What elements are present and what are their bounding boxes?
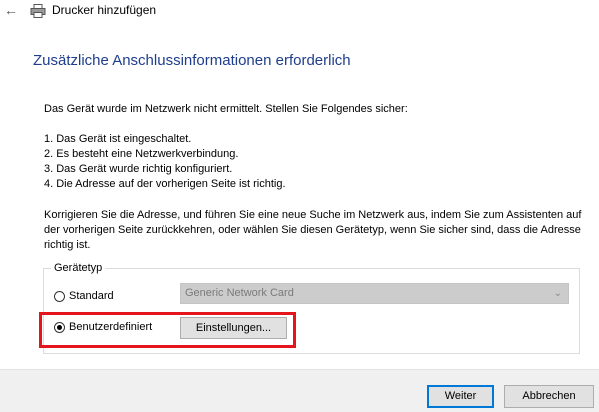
window-title: Drucker hinzufügen	[52, 3, 157, 17]
printer-icon	[30, 4, 46, 18]
standard-radio-label: Standard	[69, 290, 114, 302]
chevron-down-icon: ⌄	[553, 288, 562, 299]
checklist-item: 3. Das Gerät wurde richtig konfiguriert.	[44, 163, 233, 175]
standard-device-dropdown: Generic Network Card ⌄	[180, 283, 569, 304]
standard-device-value: Generic Network Card	[185, 287, 294, 299]
standard-radio-option[interactable]: Standard	[54, 290, 114, 302]
title-bar: ← Drucker hinzufügen	[0, 0, 599, 24]
back-arrow-icon[interactable]: ←	[3, 1, 19, 19]
checklist-item: 4. Die Adresse auf der vorherigen Seite …	[44, 178, 286, 190]
standard-radio[interactable]	[54, 290, 65, 302]
instructions-text: Korrigieren Sie die Adresse, und führen …	[44, 209, 582, 251]
cancel-button[interactable]: Abbrechen	[504, 385, 594, 408]
page-heading: Zusätzliche Anschlussinformationen erfor…	[33, 52, 351, 69]
intro-text: Das Gerät wurde im Netzwerk nicht ermitt…	[44, 103, 408, 115]
checklist-item: 2. Es besteht eine Netzwerkverbindung.	[44, 148, 239, 160]
checklist-item: 1. Das Gerät ist eingeschaltet.	[44, 133, 192, 145]
device-type-label: Gerätetyp	[51, 262, 106, 275]
checklist: 1. Das Gerät ist eingeschaltet. 2. Es be…	[44, 132, 286, 192]
highlight-box	[39, 312, 296, 348]
next-button[interactable]: Weiter	[427, 385, 494, 408]
